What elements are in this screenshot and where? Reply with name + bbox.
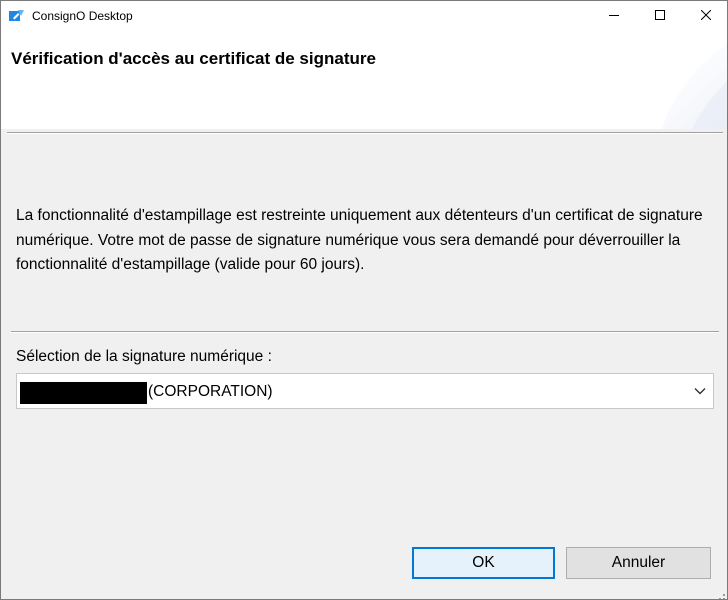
- chevron-down-icon[interactable]: [693, 384, 707, 398]
- maximize-icon: [655, 7, 665, 25]
- description-text: La fonctionnalité d'estampillage est res…: [16, 207, 703, 273]
- section-divider-highlight: [11, 332, 719, 333]
- dialog-window: ConsignO Desktop Vérification d'accès au…: [0, 0, 728, 600]
- minimize-button[interactable]: [591, 1, 637, 31]
- title-bar[interactable]: ConsignO Desktop: [1, 1, 727, 31]
- signature-selection-label: Sélection de la signature numérique :: [16, 348, 272, 365]
- redacted-signature-name: [20, 382, 147, 404]
- dialog-header: Vérification d'accès au certificat de si…: [1, 31, 727, 129]
- close-button[interactable]: [683, 1, 727, 31]
- consigno-app-icon: [9, 9, 25, 23]
- cancel-button[interactable]: Annuler: [566, 547, 711, 579]
- resize-grip-icon[interactable]: [715, 587, 725, 599]
- header-decoration-graphic: [661, 44, 727, 129]
- selected-signature-text: (CORPORATION): [148, 383, 273, 400]
- page-title: Vérification d'accès au certificat de si…: [11, 49, 376, 68]
- maximize-button[interactable]: [637, 1, 683, 31]
- close-icon: [700, 7, 712, 25]
- ok-button[interactable]: OK: [412, 547, 555, 579]
- signature-select[interactable]: (CORPORATION): [16, 373, 714, 409]
- window-title: ConsignO Desktop: [32, 9, 133, 23]
- header-divider-highlight: [7, 133, 723, 134]
- minimize-icon: [609, 7, 619, 25]
